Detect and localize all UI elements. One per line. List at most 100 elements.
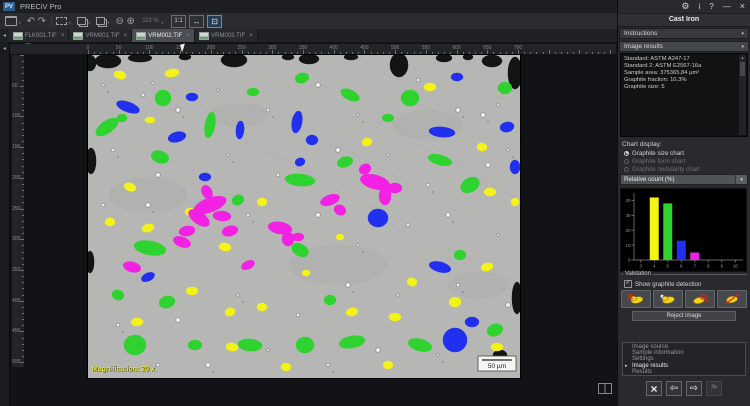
- result-line: Standard: ASTM A247-17: [624, 56, 738, 63]
- pick-graphite-icon: [658, 293, 678, 305]
- metric-select-dropdown-icon[interactable]: ▾: [735, 175, 747, 184]
- results-scrollbar[interactable]: ▲: [739, 55, 746, 135]
- rectangle-icon: [56, 17, 67, 25]
- workflow-navbar: × ⇦ ⇨ ⚑: [618, 381, 750, 396]
- redo-button[interactable]: ↷: [36, 15, 47, 28]
- zoom-level-value[interactable]: 118 %: [142, 18, 159, 24]
- scroll-up-icon[interactable]: ▲: [739, 55, 746, 61]
- radio-graphite-nodularity-chart[interactable]: Graphite nodularity chart: [624, 165, 748, 173]
- pick-graphite-button[interactable]: [653, 290, 683, 308]
- vertical-ruler: 50100150200250300350400450500: [12, 55, 24, 367]
- tab-label: VRM002.TIF: [148, 33, 182, 39]
- select-dropdown-icon[interactable]: ∨: [68, 20, 71, 26]
- result-line: Sample area: 375365,84 µm²: [624, 70, 738, 77]
- radio-graphite-size-chart[interactable]: Graphite size chart: [624, 149, 748, 157]
- tab-label: FLK001.TIF: [25, 33, 57, 39]
- image-results-header[interactable]: Image results ▾: [619, 41, 749, 52]
- instructions-header[interactable]: Instructions ▾: [619, 28, 749, 39]
- step-label: Image source: [632, 344, 668, 350]
- workflow-steps-list: Image sourceSample informationSettings ▸ I…: [622, 342, 746, 376]
- finish-workflow-button[interactable]: ⚑: [706, 381, 722, 396]
- svg-text:30: 30: [625, 213, 631, 218]
- radio-button-icon: [624, 159, 629, 164]
- graphite-size-chart: 010203040345678910: [620, 188, 747, 272]
- app-logo: PV: [3, 2, 15, 11]
- step-label: Sample information: [632, 350, 684, 356]
- horizontal-ruler: 0501001502002503003504004505005506006507…: [10, 44, 616, 54]
- snapshot-button[interactable]: [95, 15, 106, 28]
- image-file-icon: [73, 32, 83, 40]
- scrollbar-thumb[interactable]: [740, 62, 745, 76]
- tab-VRM001.TIF[interactable]: VRM001.TIF ×: [69, 29, 132, 42]
- gallery-panel-toggle-icon[interactable]: [598, 383, 612, 394]
- snapshot-dropdown-icon[interactable]: ∨: [107, 20, 110, 26]
- svg-text:10: 10: [625, 243, 631, 248]
- chart-display-options: Graphite size chartGraphite form chartGr…: [624, 149, 748, 173]
- find-graphite-button[interactable]: [685, 290, 715, 308]
- zoom-level-dropdown-icon[interactable]: ∨: [161, 20, 164, 26]
- reject-image-button[interactable]: Reject image: [632, 311, 736, 321]
- settings-gear-icon[interactable]: ⚙: [681, 0, 689, 13]
- svg-text:40: 40: [625, 198, 631, 203]
- micrograph-image[interactable]: 50 µmMagnification: 20 xMagnification: 2…: [88, 55, 520, 378]
- minimize-icon[interactable]: —: [723, 0, 731, 13]
- show-detection-row[interactable]: ✓ Show graphite detection: [624, 280, 701, 288]
- info-icon[interactable]: i: [699, 0, 701, 13]
- copy-icon: [77, 17, 86, 25]
- split-graphite-button[interactable]: [717, 290, 747, 308]
- svg-text:10: 10: [733, 264, 739, 269]
- close-icon[interactable]: ×: [740, 0, 745, 13]
- fit-to-window-button[interactable]: ↔: [189, 15, 204, 28]
- workflow-panel: Cast Iron Instructions ▾ Image results ▾…: [617, 0, 750, 406]
- validation-label: Validation: [623, 271, 653, 277]
- remove-graphite-button[interactable]: [621, 290, 651, 308]
- pan-tool-button[interactable]: ⊡: [207, 15, 222, 28]
- toolbar-separator: [51, 16, 52, 26]
- radio-label: Graphite form chart: [632, 158, 685, 165]
- image-results-label: Image results: [624, 43, 663, 50]
- collapse-left-icon: ◂: [3, 46, 6, 52]
- zoom-in-button[interactable]: ⊕: [125, 15, 136, 28]
- copy-dropdown-icon[interactable]: ∨: [88, 20, 91, 26]
- tab-VRM002.TIF[interactable]: VRM002.TIF ×: [132, 29, 195, 42]
- step-results[interactable]: Results: [632, 369, 742, 375]
- image-canvas[interactable]: ◂ ▤▾ 05010015020025030035040045050055060…: [0, 42, 618, 406]
- svg-text:50 µm: 50 µm: [488, 363, 506, 370]
- help-icon[interactable]: ?: [709, 0, 713, 13]
- tab-close-icon[interactable]: ×: [124, 32, 128, 39]
- tab-close-icon[interactable]: ×: [61, 32, 65, 39]
- metric-select[interactable]: Relative count (%) ▾: [620, 174, 748, 185]
- folder-icon: [5, 16, 17, 26]
- current-step-icon: ▸: [625, 363, 628, 369]
- window-controls: ⚙ i ? — ×: [681, 0, 745, 13]
- tab-label: VRM001.TIF: [85, 33, 119, 39]
- instructions-label: Instructions: [624, 30, 657, 37]
- tab-close-icon[interactable]: ×: [249, 32, 253, 39]
- open-image-button[interactable]: [5, 15, 17, 28]
- zoom-out-button[interactable]: ⊖: [114, 15, 125, 28]
- next-step-button[interactable]: ⇨: [686, 381, 702, 396]
- main-toolbar: ∨ ↶ ↷ ∨ ∨ ∨ ⊖ ⊕ 118 % ∨ 1:1 ↔ ⊡: [0, 13, 623, 30]
- split-graphite-icon: [722, 293, 742, 305]
- open-dropdown-icon[interactable]: ∨: [18, 20, 21, 26]
- step-label: Image results: [632, 363, 668, 369]
- radio-button-icon: [624, 167, 629, 172]
- cancel-workflow-button[interactable]: ×: [646, 381, 662, 396]
- previous-step-button[interactable]: ⇦: [666, 381, 682, 396]
- tab-close-icon[interactable]: ×: [186, 32, 190, 39]
- step-label: Settings: [632, 356, 654, 362]
- show-detection-checkbox[interactable]: ✓: [624, 280, 632, 288]
- window-title: PRECiV Pro: [20, 2, 61, 11]
- copy-button[interactable]: [76, 15, 87, 28]
- actual-size-button[interactable]: 1:1: [171, 15, 186, 28]
- tab-VRM003.TIF[interactable]: VRM003.TIF×: [195, 29, 258, 42]
- radio-graphite-form-chart[interactable]: Graphite form chart: [624, 157, 748, 165]
- undo-button[interactable]: ↶: [25, 15, 36, 28]
- radio-label: Graphite nodularity chart: [632, 166, 700, 173]
- tab-scroll-left-icon[interactable]: ◂: [0, 32, 9, 39]
- instructions-dropdown-icon: ▾: [741, 31, 744, 37]
- tab-FLK001.TIF[interactable]: FLK001.TIF ×: [9, 29, 69, 42]
- fit-icon: ↔: [193, 17, 201, 26]
- select-rectangle-button[interactable]: [56, 15, 67, 28]
- left-panel-collapse[interactable]: ◂: [0, 42, 10, 406]
